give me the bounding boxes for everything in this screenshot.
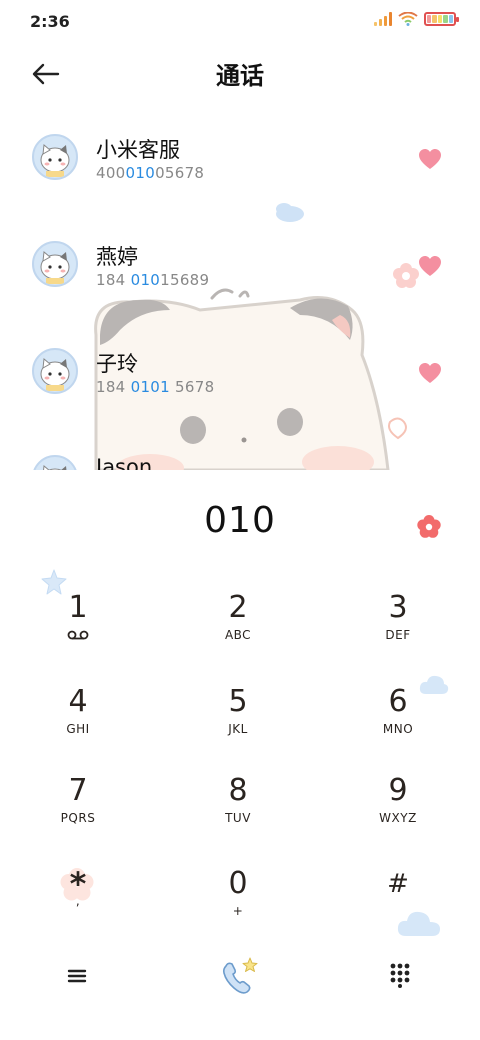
contact-name: Jason <box>96 455 153 470</box>
heart-icon[interactable] <box>418 255 442 277</box>
battery-icon <box>424 12 459 26</box>
phone-call-icon[interactable] <box>218 956 260 996</box>
contact-item[interactable]: 燕婷 184 01015689 <box>0 217 480 297</box>
key-9[interactable]: 9 WXYZ <box>338 773 458 853</box>
key-6[interactable]: 6 MNO <box>338 684 458 764</box>
contact-name: 燕婷 <box>96 245 138 269</box>
heart-icon[interactable] <box>418 362 442 384</box>
heart-icon[interactable] <box>418 148 442 170</box>
key-1[interactable]: 1 <box>18 590 138 670</box>
key-hash[interactable]: # <box>338 866 458 946</box>
contact-number: 40001005678 <box>96 164 205 182</box>
dialpad-icon[interactable] <box>388 962 412 988</box>
cat-avatar-icon <box>40 358 70 391</box>
contact-number: 184 01015689 <box>96 271 210 289</box>
avatar <box>32 241 78 287</box>
avatar <box>32 348 78 394</box>
key-star[interactable]: * , <box>18 866 138 946</box>
contact-number: 184 0101 5678 <box>96 378 215 396</box>
key-4[interactable]: 4 GHI <box>18 684 138 764</box>
header: 通话 <box>0 48 480 96</box>
cat-avatar-icon <box>40 251 70 284</box>
wifi-icon <box>398 12 418 26</box>
contact-suggestion-list[interactable]: 小米客服 40001005678 燕婷 184 01015689 子玲 184 … <box>0 110 480 470</box>
status-time: 2:36 <box>30 12 70 31</box>
cat-avatar-icon <box>43 465 67 470</box>
key-7[interactable]: 7 PQRS <box>18 773 138 853</box>
contact-name: 子玲 <box>96 352 138 376</box>
dialer-bottom-bar <box>0 950 480 1006</box>
voicemail-icon <box>67 630 89 640</box>
page-title: 通话 <box>216 62 264 90</box>
flower-icon[interactable] <box>416 514 442 540</box>
cat-avatar-icon <box>40 144 70 177</box>
key-0[interactable]: 0 + <box>178 866 298 946</box>
contact-item[interactable]: 小米客服 40001005678 <box>0 110 480 190</box>
key-5[interactable]: 5 JKL <box>178 684 298 764</box>
key-8[interactable]: 8 TUV <box>178 773 298 853</box>
key-3[interactable]: 3 DEF <box>338 590 458 670</box>
avatar <box>32 455 78 470</box>
contact-item[interactable]: Jason <box>0 431 480 470</box>
dial-input-display[interactable]: 010 <box>0 500 480 560</box>
signal-icon <box>374 12 392 26</box>
key-2[interactable]: 2 ABC <box>178 590 298 670</box>
contact-name: 小米客服 <box>96 138 180 162</box>
avatar <box>32 134 78 180</box>
status-icons <box>374 12 459 26</box>
status-bar: 2:36 <box>0 0 480 40</box>
menu-icon[interactable] <box>64 964 90 988</box>
contact-item[interactable]: 子玲 184 0101 5678 <box>0 324 480 404</box>
